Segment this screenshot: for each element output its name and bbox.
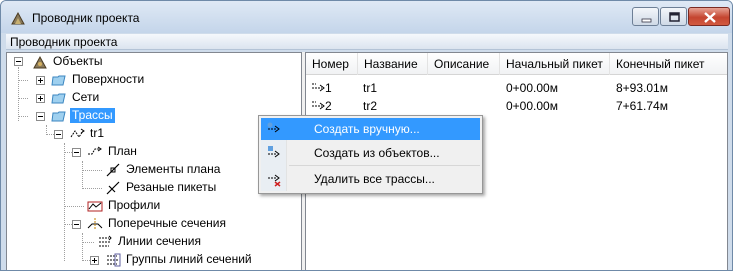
column-header-start-station[interactable]: Начальный пикет: [500, 53, 610, 75]
close-button[interactable]: [688, 7, 730, 26]
expand-toggle[interactable]: [90, 256, 99, 265]
tree-guide-line: [82, 242, 94, 243]
column-header-end-station[interactable]: Конечный пикет: [610, 53, 727, 75]
cut-stations-icon: [106, 181, 120, 195]
app-icon: [11, 11, 25, 25]
tree-item-label: Поверхности: [72, 72, 145, 86]
profile-icon: [87, 201, 103, 212]
collapse-toggle[interactable]: [54, 130, 63, 139]
create-from-objects-icon: [268, 146, 280, 158]
window-title: Проводник проекта: [32, 11, 140, 25]
cell-name: tr1: [363, 81, 378, 95]
tree-item-label: Сети: [72, 90, 100, 104]
tree-guide-line: [18, 67, 19, 121]
tree-item-label: tr1: [90, 126, 105, 140]
tree-item-label: Линии сечения: [118, 234, 201, 248]
folder-icon: [51, 75, 66, 86]
menu-item-label: Удалить все трассы...: [314, 172, 435, 186]
cell-name: tr2: [363, 99, 378, 113]
section-groups-icon: [107, 253, 121, 267]
collapse-toggle[interactable]: [14, 57, 23, 66]
delete-alignments-icon: [268, 174, 281, 187]
collapse-toggle[interactable]: [36, 112, 45, 121]
plan-icon: [88, 146, 102, 155]
section-lines-icon: [99, 235, 112, 247]
tree-item-label: Группы линий сечений: [126, 252, 252, 266]
table-row[interactable]: 2 tr2 0+00.00м 7+61.74м: [306, 97, 727, 115]
tree-item-label: Поперечные сечения: [108, 216, 226, 230]
cell-end-station: 7+61.74м: [616, 99, 668, 113]
tree-item-label: Трассы: [70, 108, 115, 123]
cross-section-icon: [87, 218, 103, 230]
column-header-name[interactable]: Название: [358, 53, 428, 75]
menu-separator: [289, 165, 480, 166]
folder-icon: [51, 111, 66, 122]
menu-bar: Проводник проекта: [6, 34, 728, 50]
tree-item-label: Элементы плана: [126, 162, 221, 176]
tree-guide-line: [82, 233, 83, 261]
column-header-description[interactable]: Описание: [428, 53, 500, 75]
context-menu: Создать вручную... Создать из объектов..…: [258, 115, 483, 194]
maximize-button[interactable]: [660, 7, 687, 26]
tree-guide-line: [82, 188, 102, 189]
tree-guide-line: [64, 143, 65, 261]
objects-icon: [33, 55, 47, 69]
folder-icon: [51, 93, 66, 104]
expand-toggle[interactable]: [36, 76, 45, 85]
tree-guide-line: [18, 98, 28, 99]
menu-item-delete-all-alignments[interactable]: Удалить все трассы...: [261, 168, 480, 190]
column-header-number[interactable]: Номер: [306, 53, 358, 75]
tree-guide-line: [82, 170, 102, 171]
plan-elements-icon: [106, 163, 120, 177]
menu-item-label: Создать вручную...: [314, 122, 420, 136]
cell-start-station: 0+00.00м: [506, 99, 558, 113]
menu-item-create-manually[interactable]: Создать вручную...: [261, 118, 480, 140]
maximize-icon: [669, 12, 680, 22]
cell-end-station: 8+93.01м: [616, 81, 668, 95]
minimize-icon: [641, 18, 652, 23]
create-manually-icon: [267, 122, 280, 133]
list-header: Номер Название Описание Начальный пикет …: [306, 53, 727, 75]
tree-item-label: Профили: [108, 198, 161, 212]
collapse-toggle[interactable]: [72, 148, 81, 157]
tree-item-label: План: [108, 144, 137, 158]
expand-toggle[interactable]: [36, 94, 45, 103]
cell-number: 1: [325, 81, 332, 95]
tree-guide-line: [64, 206, 84, 207]
minimize-button[interactable]: [632, 7, 659, 26]
cell-start-station: 0+00.00м: [506, 81, 558, 95]
title-bar[interactable]: Проводник проекта: [1, 1, 732, 33]
menu-item-project-explorer[interactable]: Проводник проекта: [10, 35, 117, 49]
tree-item-label: Объекты: [53, 54, 103, 68]
tree-guide-line: [18, 80, 28, 81]
menu-item-label: Создать из объектов...: [314, 146, 440, 160]
tree-guide-line: [82, 161, 83, 189]
close-icon: [704, 12, 716, 23]
alignment-icon: [70, 128, 85, 138]
menu-item-create-from-objects[interactable]: Создать из объектов...: [261, 142, 480, 164]
tree-item-label: Резаные пикеты: [126, 180, 217, 194]
collapse-toggle[interactable]: [72, 220, 81, 229]
tree-guide-line: [18, 116, 28, 117]
project-explorer-window: Проводник проекта Проводник проекта Объе…: [0, 0, 733, 271]
cell-number: 2: [325, 99, 332, 113]
table-row[interactable]: 1 tr1 0+00.00м 8+93.01м: [306, 79, 727, 97]
